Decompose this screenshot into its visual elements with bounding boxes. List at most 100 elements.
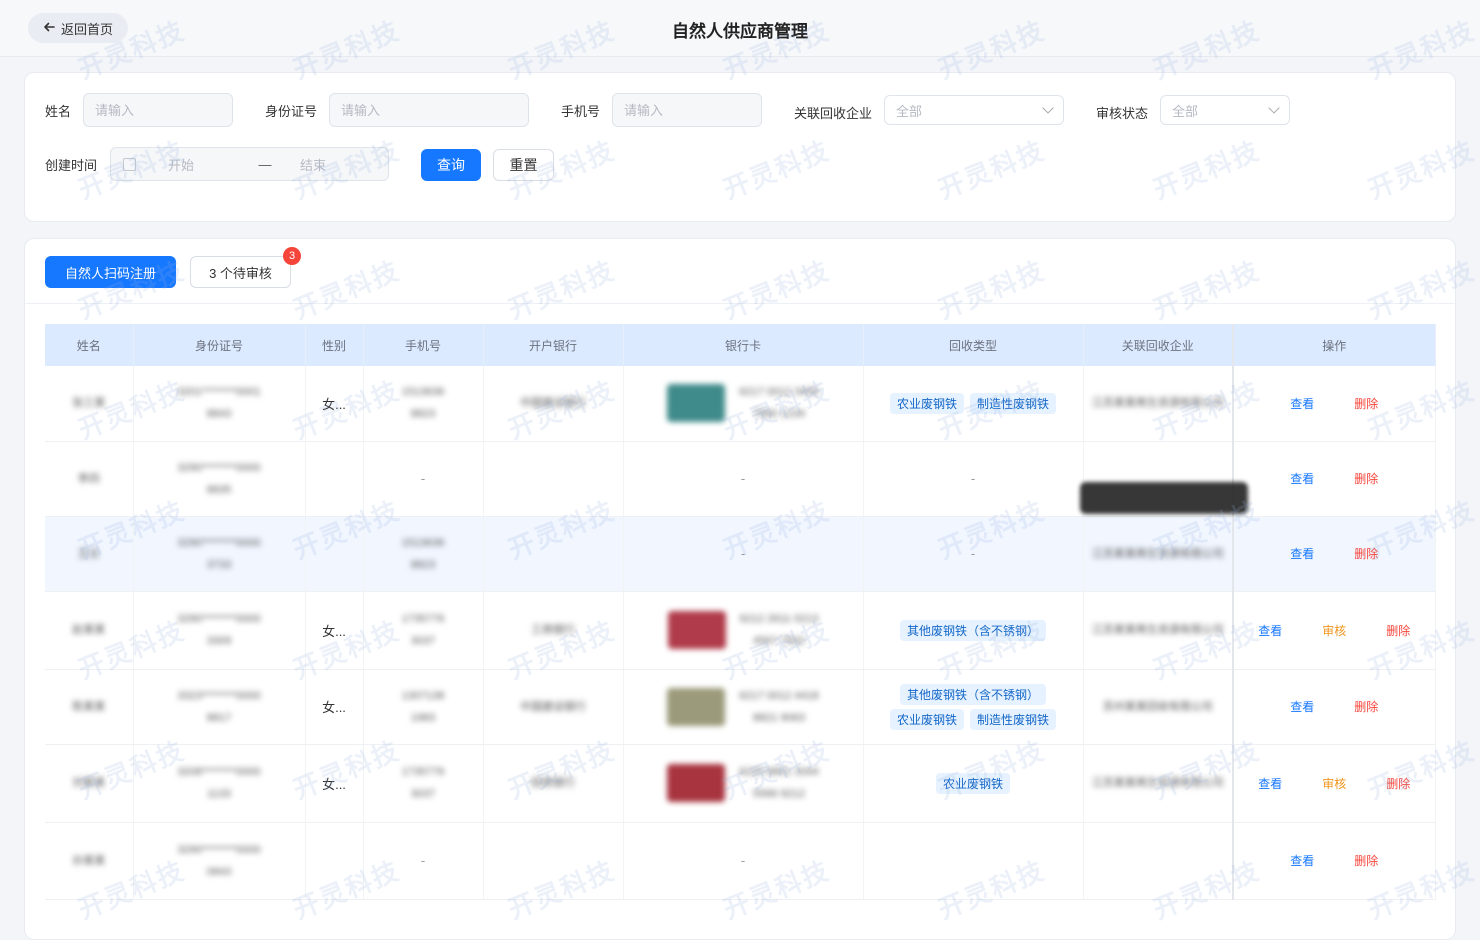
actions-cell: 查看 删除 bbox=[1232, 516, 1436, 592]
date-separator: — bbox=[258, 156, 272, 172]
bank-card-cell: 6217 0012 3456 7890 1234 bbox=[623, 366, 864, 442]
table-row[interactable]: 孙某某 3290********0000 0843 - - 查看 删除 bbox=[45, 822, 1436, 900]
idcard-cell: 3323********0000 8817 bbox=[133, 669, 306, 745]
recycle-type-cell: 农业废钢铁 制造性废钢铁 bbox=[863, 366, 1084, 442]
delete-link[interactable]: 删除 bbox=[1354, 698, 1378, 715]
gender-cell bbox=[305, 822, 364, 900]
top-bar: 返回首页 自然人供应商管理 bbox=[0, 0, 1480, 57]
recycle-type-cell: - bbox=[863, 516, 1084, 592]
name-cell-value: 陈某某 bbox=[72, 700, 106, 713]
recycle-type-cell: 农业废钢铁 bbox=[863, 744, 1084, 823]
table-row[interactable]: 刘某某 3208********0000 1133 女... 1735776 3037… bbox=[45, 744, 1436, 823]
bank-card-cell: 6212 2611 0213 4567 7832 bbox=[623, 591, 864, 670]
chevron-down-icon bbox=[1042, 102, 1054, 114]
delete-link[interactable]: 删除 bbox=[1354, 470, 1378, 487]
divider bbox=[25, 303, 1455, 304]
recycle-type-cell: 其他废钢铁（含不锈钢） 农业废钢铁 制造性废钢铁 bbox=[863, 669, 1084, 745]
company-select[interactable]: 全部 bbox=[884, 95, 1064, 125]
name-cell-value: 孙某某 bbox=[72, 854, 106, 867]
idcard-cell-value: 3290********0000 0843 bbox=[177, 843, 261, 878]
filter-panel: 姓名 身份证号 手机号 关联回收企业 全部 审核状态 全部 创建时间 开始 — … bbox=[24, 72, 1456, 222]
bank-name-cell: 工商银行 bbox=[483, 591, 624, 670]
table-row[interactable]: 张三某 3201********0001 8843 女... 1513636 8823… bbox=[45, 366, 1436, 442]
empty-dash: - bbox=[740, 853, 746, 868]
delete-link[interactable]: 删除 bbox=[1386, 622, 1410, 639]
view-link[interactable]: 查看 bbox=[1290, 698, 1314, 715]
view-link[interactable]: 查看 bbox=[1290, 470, 1314, 487]
gender-cell: 女... bbox=[305, 669, 364, 745]
empty-dash: - bbox=[740, 471, 746, 486]
recycle-type-tag: 制造性废钢铁 bbox=[970, 708, 1057, 730]
bank-card-cell: - bbox=[623, 516, 864, 592]
view-link[interactable]: 查看 bbox=[1290, 545, 1314, 562]
company-cell: 苏州某某回收有限公司 bbox=[1083, 669, 1234, 745]
name-cell: 陈某某 bbox=[45, 669, 134, 745]
delete-link[interactable]: 删除 bbox=[1354, 545, 1378, 562]
column-header: 开户银行 bbox=[483, 324, 624, 366]
delete-link[interactable]: 删除 bbox=[1354, 395, 1378, 412]
phone-cell-value: 1735776 3037 bbox=[401, 766, 445, 800]
actions-cell: 查看 审核 删除 bbox=[1232, 744, 1436, 823]
audit-link[interactable]: 审核 bbox=[1322, 775, 1346, 792]
bank-card-number: 6217 0012 4418 8821 9063 bbox=[739, 689, 819, 724]
company-cell: 江苏某某再生资源有限公司 bbox=[1083, 591, 1234, 670]
actions-cell: 查看 审核 删除 bbox=[1232, 591, 1436, 670]
pending-review-label: 3 个待审核 bbox=[209, 265, 272, 281]
table-row[interactable]: 陈某某 3323********0000 8817 女... 1307138 1983… bbox=[45, 669, 1436, 745]
audit-link[interactable]: 审核 bbox=[1322, 622, 1346, 639]
name-cell-value: 刘某某 bbox=[72, 777, 106, 789]
gender-cell bbox=[305, 516, 364, 592]
phone-input[interactable] bbox=[612, 93, 762, 127]
delete-link[interactable]: 删除 bbox=[1354, 852, 1378, 869]
idcard-cell-value: 3290********0000 3309 bbox=[177, 613, 261, 647]
column-header: 回收类型 bbox=[863, 324, 1084, 366]
gender-cell: 女... bbox=[305, 591, 364, 670]
status-select[interactable]: 全部 bbox=[1160, 95, 1290, 125]
empty-dash: - bbox=[970, 546, 976, 561]
column-header: 关联回收企业 bbox=[1083, 324, 1234, 366]
query-button[interactable]: 查询 bbox=[421, 149, 481, 181]
bank-name-cell: 招商银行 bbox=[483, 744, 624, 823]
company-cell-value: 江苏某某再生资源有限公司 bbox=[1091, 624, 1224, 636]
date-end-input[interactable]: 结束 bbox=[300, 155, 326, 174]
date-start-input[interactable]: 开始 bbox=[168, 155, 230, 174]
bank-card-cell: - bbox=[623, 441, 864, 517]
view-link[interactable]: 查看 bbox=[1258, 622, 1282, 639]
company-cell: 江苏某某再生资源有限公司 bbox=[1083, 516, 1234, 592]
name-input[interactable] bbox=[83, 93, 233, 127]
bank-card-cell: 6225 8801 3344 5566 9212 bbox=[623, 744, 864, 823]
view-link[interactable]: 查看 bbox=[1290, 852, 1314, 869]
company-cell-value: 江苏某某再生资源有限公司 bbox=[1091, 397, 1224, 410]
bank-name-cell-value: 中国建设银行 bbox=[520, 397, 586, 410]
bank-card-cell: 6217 0012 4418 8821 9063 bbox=[623, 669, 864, 745]
recycle-type-cell: 其他废钢铁（含不锈钢） bbox=[863, 591, 1084, 670]
idcard-cell-value: 3201********0001 8843 bbox=[177, 386, 261, 421]
name-cell: 王五 bbox=[45, 516, 134, 592]
phone-cell: - bbox=[363, 441, 484, 517]
bank-name-cell: 中国建设银行 bbox=[483, 366, 624, 442]
name-cell-value: 李四 bbox=[77, 472, 100, 485]
supplier-table: 姓名 身份证号 性别 手机号 开户银行 银行卡 回收类型 关联回收企业 操作 张三某 3201**… bbox=[45, 324, 1436, 900]
phone-cell: - bbox=[363, 822, 484, 900]
idcard-input[interactable] bbox=[329, 93, 529, 127]
created-date-range[interactable]: 开始 — 结束 bbox=[110, 147, 389, 181]
empty-dash: - bbox=[420, 853, 426, 868]
view-link[interactable]: 查看 bbox=[1290, 395, 1314, 412]
empty-dash: - bbox=[740, 546, 746, 561]
idcard-label: 身份证号 bbox=[265, 104, 318, 119]
phone-cell: 1307138 1983 bbox=[363, 669, 484, 745]
bank-name-cell-value: 工商银行 bbox=[531, 624, 575, 636]
table-row[interactable]: 王五 3290********0000 3733 1513636 8823 - - 江苏某… bbox=[45, 516, 1436, 592]
view-link[interactable]: 查看 bbox=[1258, 775, 1282, 792]
gender-cell: 女... bbox=[305, 744, 364, 823]
bank-card-number: 6225 8801 3344 5566 9212 bbox=[739, 766, 819, 800]
created-time-label: 创建时间 bbox=[45, 158, 98, 173]
table-row[interactable]: 赵某某 3290********0000 3309 女... 1735776 3037… bbox=[45, 591, 1436, 670]
idcard-cell: 3290********0000 3309 bbox=[133, 591, 306, 670]
pending-review-button[interactable]: 3 个待审核 3 bbox=[190, 247, 301, 288]
reset-button[interactable]: 重置 bbox=[493, 149, 554, 181]
delete-link[interactable]: 删除 bbox=[1386, 775, 1410, 792]
idcard-cell-value: 3290********0000 8835 bbox=[177, 461, 261, 496]
idcard-cell: 3201********0001 8843 bbox=[133, 366, 306, 442]
qr-register-button[interactable]: 自然人扫码注册 bbox=[45, 256, 176, 288]
